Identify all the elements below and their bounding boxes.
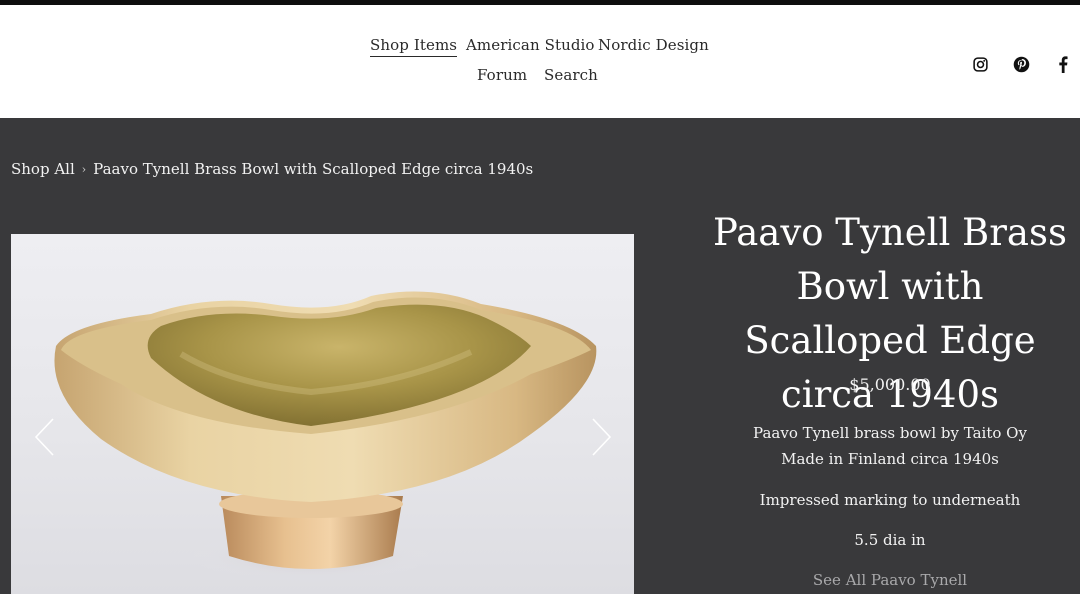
nav-search[interactable]: Search	[544, 66, 598, 84]
product-price: $5,000.00	[849, 375, 931, 394]
see-all-link[interactable]: See All Paavo Tynell	[700, 571, 1080, 589]
nav-american-studio[interactable]: American Studio	[466, 36, 595, 54]
product-description-line-1: Paavo Tynell brass bowl by Taito Oy	[753, 424, 1027, 442]
product-dimensions: 5.5 dia in	[854, 531, 926, 549]
nav-forum[interactable]: Forum	[477, 66, 527, 84]
site-header: Shop Items American Studio Nordic Design…	[0, 5, 1080, 118]
chevron-right-icon[interactable]	[589, 417, 613, 457]
facebook-icon[interactable]	[1056, 56, 1074, 74]
product-image-gallery[interactable]	[11, 234, 634, 594]
nav-shop-items[interactable]: Shop Items	[370, 36, 458, 57]
breadcrumb-current: Paavo Tynell Brass Bowl with Scalloped E…	[93, 160, 534, 178]
chevron-left-icon[interactable]	[33, 417, 57, 457]
pinterest-icon[interactable]	[1013, 56, 1031, 74]
nav-nordic-design[interactable]: Nordic Design	[598, 36, 709, 54]
breadcrumb-shop-all[interactable]: Shop All	[11, 160, 75, 178]
product-description-line-2: Made in Finland circa 1940s	[781, 450, 999, 468]
breadcrumb: Shop All › Paavo Tynell Brass Bowl with Sc…	[11, 160, 533, 178]
instagram-icon[interactable]	[972, 56, 990, 74]
product-marking: Impressed marking to underneath	[759, 491, 1021, 509]
breadcrumb-separator: ›	[81, 163, 87, 176]
product-section: Shop All › Paavo Tynell Brass Bowl with Sc…	[0, 118, 1080, 594]
product-image	[54, 291, 597, 582]
